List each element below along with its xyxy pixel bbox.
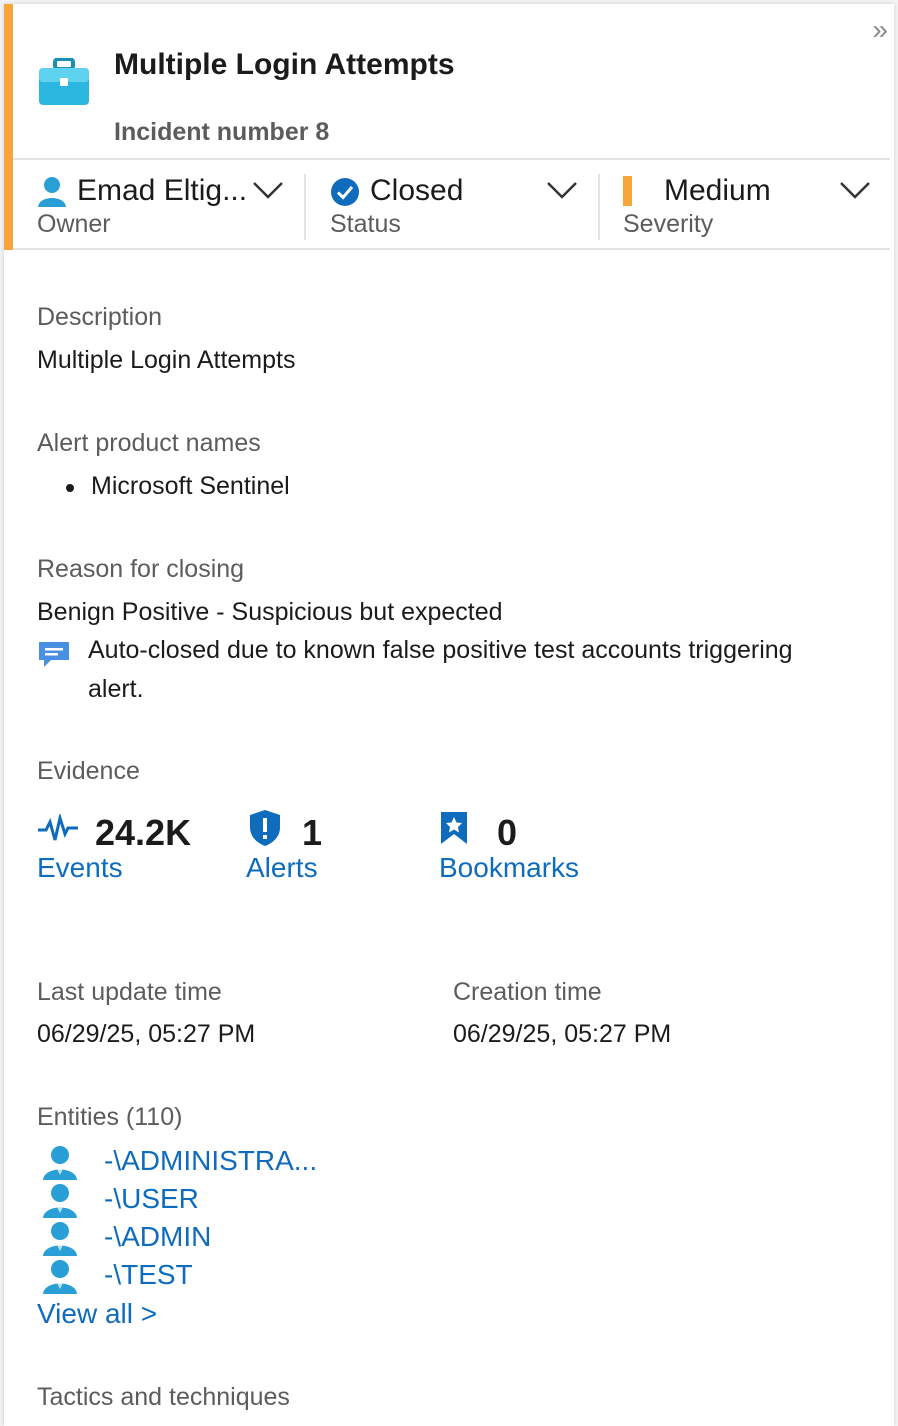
- bullet-icon: [66, 484, 74, 492]
- status-label: Status: [330, 210, 401, 238]
- evidence-label: Evidence: [37, 757, 140, 785]
- view-all-entities-link[interactable]: View all >: [37, 1298, 157, 1330]
- comment-icon: [39, 642, 69, 667]
- entity-name[interactable]: -\TEST: [104, 1259, 193, 1291]
- incident-title: Multiple Login Attempts: [114, 48, 455, 81]
- user-icon: [43, 1184, 77, 1218]
- alerts-link[interactable]: Alerts: [246, 852, 318, 884]
- last-update-label: Last update time: [37, 978, 222, 1006]
- severity-dropdown[interactable]: Medium Severity: [623, 172, 883, 242]
- collapse-panel-button[interactable]: »: [872, 16, 888, 44]
- alerts-count: 1: [302, 812, 323, 853]
- events-count: 24.2K: [95, 812, 192, 853]
- severity-marker-icon: [623, 176, 632, 206]
- owner-label: Owner: [37, 210, 111, 238]
- closing-reason-text: Benign Positive - Suspicious but expecte…: [37, 598, 503, 626]
- chevron-down-icon[interactable]: [838, 178, 872, 202]
- owner-value: Emad Eltig...: [77, 174, 248, 207]
- closing-reason-label: Reason for closing: [37, 555, 245, 583]
- description-label: Description: [37, 303, 163, 331]
- creation-time-label: Creation time: [453, 978, 602, 1006]
- header-divider: [13, 158, 890, 160]
- bookmarks-count: 0: [497, 812, 518, 853]
- checkmark-circle-icon: [331, 178, 359, 206]
- meta-divider: [598, 174, 600, 240]
- entity-name[interactable]: -\ADMINISTRA...: [104, 1145, 317, 1177]
- activity-pulse-icon: [38, 814, 78, 841]
- status-value: Closed: [370, 174, 464, 207]
- events-link[interactable]: Events: [37, 852, 123, 884]
- user-icon: [43, 1260, 77, 1294]
- meta-divider: [304, 174, 306, 240]
- user-icon: [38, 177, 66, 207]
- description-text: Multiple Login Attempts: [37, 346, 296, 374]
- last-update-value: 06/29/25, 05:27 PM: [37, 1020, 256, 1048]
- chevron-down-icon[interactable]: [251, 178, 285, 202]
- briefcase-icon: [39, 58, 89, 105]
- bookmark-icon: [441, 812, 467, 844]
- severity-label: Severity: [623, 210, 714, 238]
- closing-comment-line1: Auto-closed due to known false positive …: [88, 636, 793, 664]
- severity-value: Medium: [664, 174, 771, 207]
- user-icon: [43, 1146, 77, 1180]
- tactics-label: Tactics and techniques: [37, 1383, 290, 1411]
- entities-label: Entities (110): [37, 1103, 183, 1131]
- owner-dropdown[interactable]: Emad Eltig... Owner: [37, 172, 297, 242]
- entity-name[interactable]: -\ADMIN: [104, 1221, 211, 1253]
- chevron-down-icon[interactable]: [545, 178, 579, 202]
- alert-products-label: Alert product names: [37, 429, 261, 457]
- incident-number: Incident number 8: [114, 118, 330, 146]
- status-dropdown[interactable]: Closed Status: [330, 172, 590, 242]
- bookmarks-link[interactable]: Bookmarks: [439, 852, 579, 884]
- meta-bottom-divider: [13, 248, 890, 250]
- entity-name[interactable]: -\USER: [104, 1183, 199, 1215]
- closing-comment-line2: alert.: [88, 675, 144, 703]
- creation-time-value: 06/29/25, 05:27 PM: [453, 1020, 672, 1048]
- shield-alert-icon: [250, 810, 280, 846]
- severity-accent-bar: [4, 4, 13, 250]
- alert-product-item: Microsoft Sentinel: [91, 472, 290, 500]
- user-icon: [43, 1222, 77, 1256]
